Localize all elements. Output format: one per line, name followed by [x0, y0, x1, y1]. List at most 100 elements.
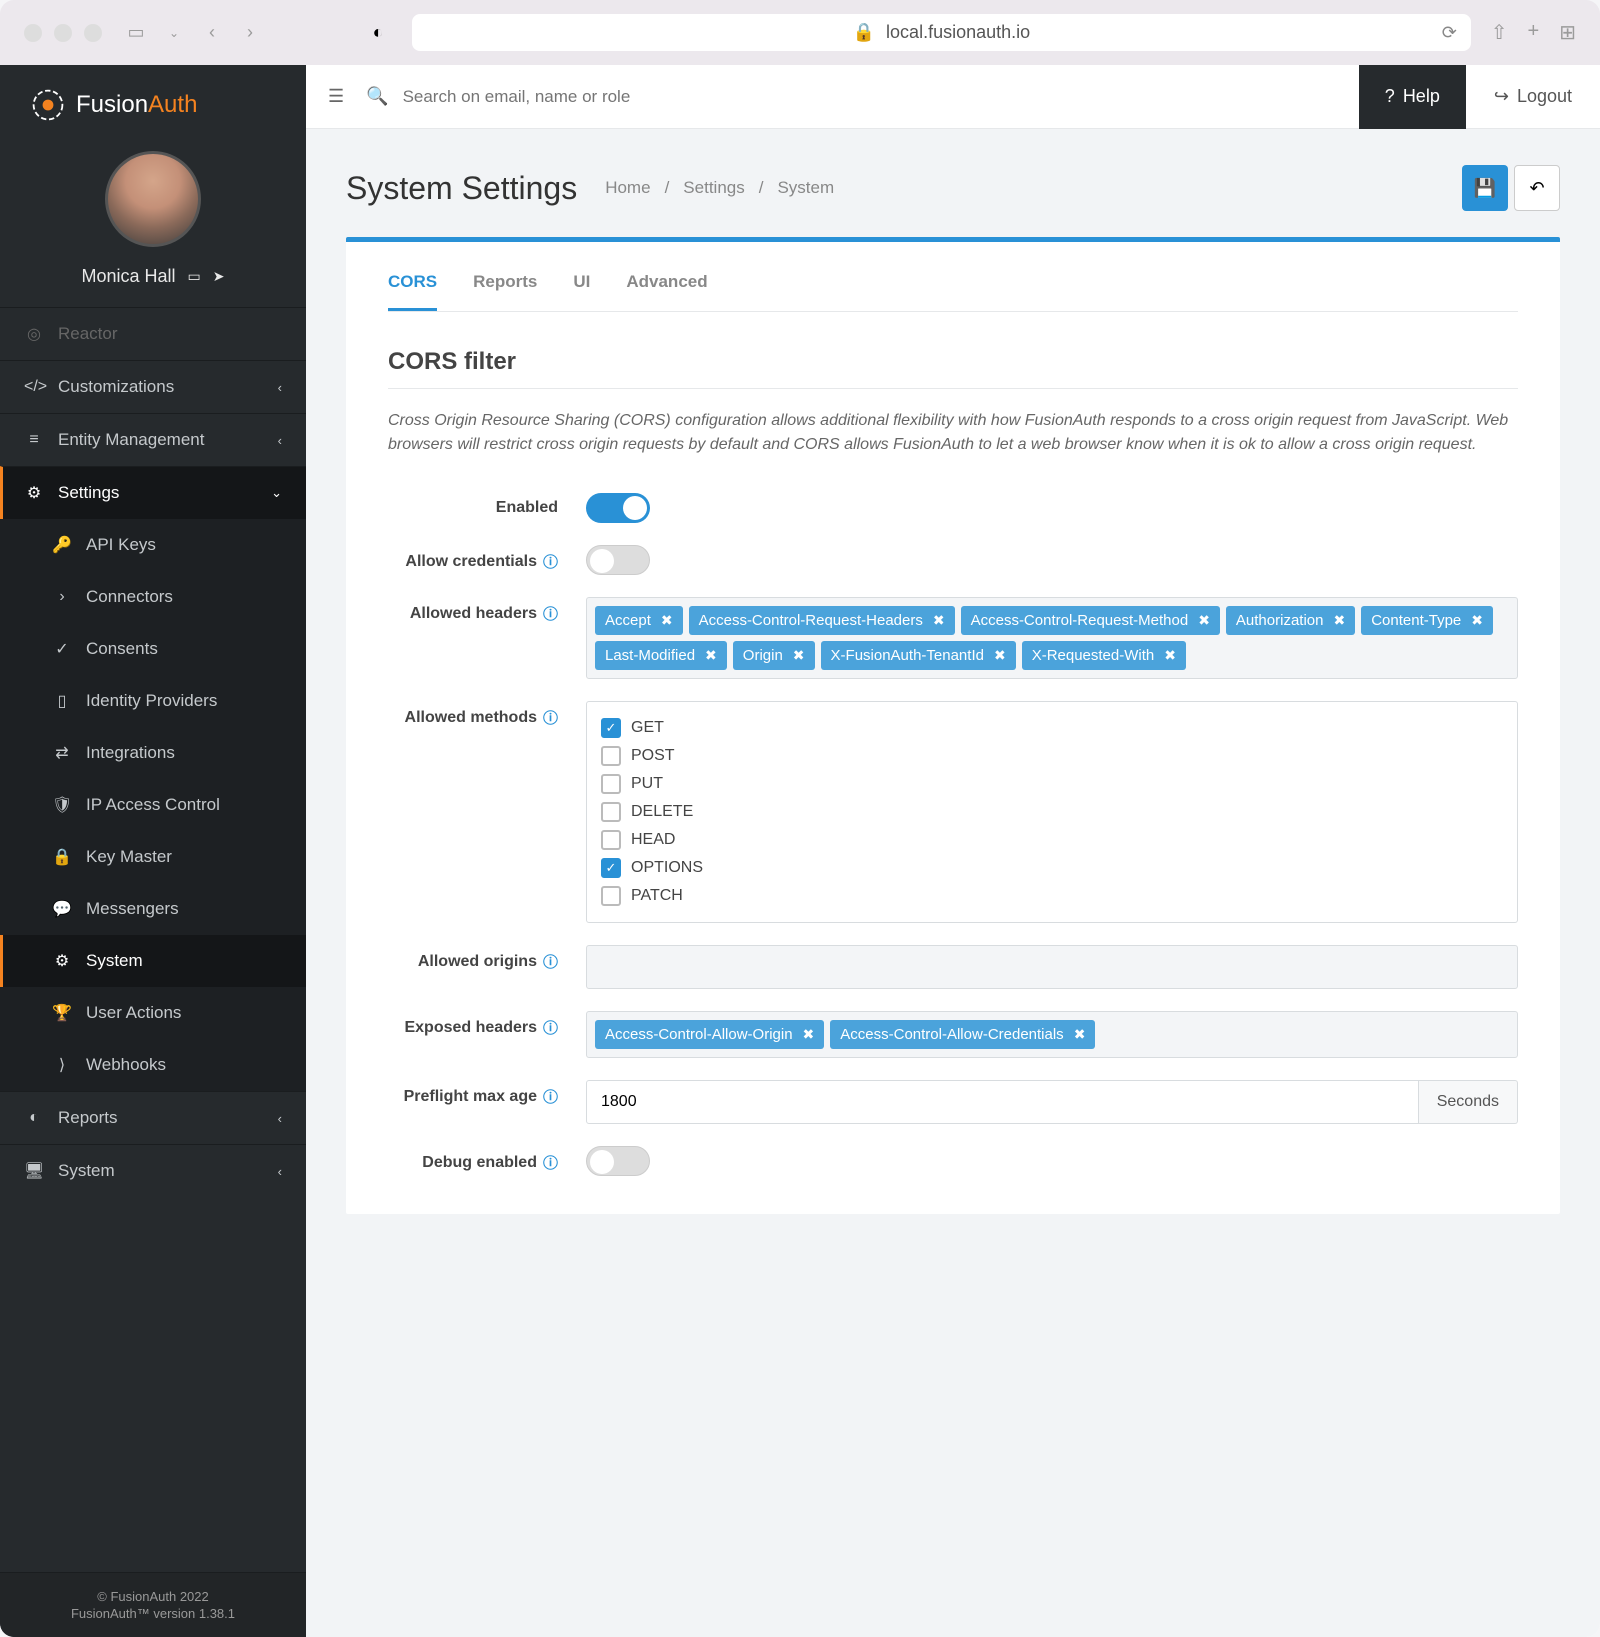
- info-icon[interactable]: ⓘ: [543, 1017, 558, 1038]
- help-button[interactable]: ?Help: [1359, 65, 1466, 129]
- checkbox[interactable]: [601, 802, 621, 822]
- search-icon[interactable]: 🔍: [366, 86, 388, 107]
- profile-icon[interactable]: ▭: [188, 268, 201, 285]
- address-bar[interactable]: 🔒 local.fusionauth.io ⟳: [412, 14, 1471, 51]
- info-icon[interactable]: ⓘ: [543, 603, 558, 624]
- crumb-settings[interactable]: Settings: [683, 178, 744, 198]
- label-debug: Debug enabled: [422, 1154, 537, 1172]
- shield-icon[interactable]: ◐: [364, 19, 392, 47]
- rss-icon: ⟩: [52, 1055, 72, 1075]
- section-title: CORS filter: [388, 348, 1518, 389]
- remove-tag-icon[interactable]: ✖: [1164, 647, 1176, 664]
- remove-tag-icon[interactable]: ✖: [1471, 612, 1483, 629]
- label-exposed-headers: Exposed headers: [404, 1019, 537, 1037]
- exposed-headers-input[interactable]: Access-Control-Allow-Origin✖Access-Contr…: [586, 1011, 1518, 1058]
- remove-tag-icon[interactable]: ✖: [793, 647, 805, 664]
- info-icon[interactable]: ⓘ: [543, 551, 558, 572]
- sidebar-item-messengers[interactable]: 💬Messengers: [0, 883, 306, 935]
- dropdown-icon[interactable]: ⌄: [160, 19, 188, 47]
- label-allowed-methods: Allowed methods: [405, 709, 537, 727]
- chat-icon: 💬: [52, 899, 72, 919]
- cancel-button[interactable]: ↶: [1514, 165, 1560, 211]
- tab-reports[interactable]: Reports: [473, 272, 537, 311]
- sidebar-item-identity-providers[interactable]: ▯Identity Providers: [0, 675, 306, 727]
- checkbox[interactable]: [601, 886, 621, 906]
- sidebar-item-system[interactable]: ⚙System: [0, 935, 306, 987]
- remove-tag-icon[interactable]: ✖: [1198, 612, 1210, 629]
- info-icon[interactable]: ⓘ: [543, 1086, 558, 1107]
- remove-tag-icon[interactable]: ✖: [1074, 1026, 1086, 1043]
- sidebar-item-user-actions[interactable]: 🏆User Actions: [0, 987, 306, 1039]
- remove-tag-icon[interactable]: ✖: [1333, 612, 1345, 629]
- allowed-origins-input[interactable]: [586, 945, 1518, 989]
- browser-chrome: ▭ ⌄ ‹ › ◐ 🔒 local.fusionauth.io ⟳ ⇧ + ⊞: [0, 0, 1600, 65]
- tab-advanced[interactable]: Advanced: [626, 272, 707, 311]
- minimize-window[interactable]: [54, 24, 72, 42]
- monitor-icon: 🖥: [24, 1161, 44, 1181]
- remove-tag-icon[interactable]: ✖: [705, 647, 717, 664]
- checkbox[interactable]: [601, 774, 621, 794]
- info-icon[interactable]: ⓘ: [543, 1152, 558, 1173]
- crumb-home[interactable]: Home: [605, 178, 650, 198]
- sidebar-item-api-keys[interactable]: 🔑API Keys: [0, 519, 306, 571]
- checkbox[interactable]: [601, 830, 621, 850]
- toggle-enabled[interactable]: [586, 493, 650, 523]
- sidebar-item-reactor[interactable]: ◎Reactor: [0, 307, 306, 360]
- sidebar-item-system2[interactable]: 🖥System‹: [0, 1144, 306, 1197]
- sidebar-item-entity-mgmt[interactable]: ≡Entity Management‹: [0, 413, 306, 466]
- close-window[interactable]: [24, 24, 42, 42]
- chevron-left-icon: ‹: [278, 433, 282, 448]
- sidebar-toggle-icon[interactable]: ▭: [122, 19, 150, 47]
- checkbox[interactable]: [601, 746, 621, 766]
- toggle-debug[interactable]: [586, 1146, 650, 1176]
- sidebar-item-connectors[interactable]: ›Connectors: [0, 571, 306, 623]
- save-button[interactable]: 💾: [1462, 165, 1508, 211]
- method-label: DELETE: [631, 803, 693, 821]
- logo[interactable]: FusionAuth: [0, 65, 306, 141]
- lock-icon: 🔒: [52, 847, 72, 867]
- location-icon[interactable]: ➤: [213, 268, 225, 285]
- checkbox[interactable]: ✓: [601, 858, 621, 878]
- tag-label: X-FusionAuth-TenantId: [831, 647, 984, 664]
- share-icon[interactable]: ⇧: [1491, 20, 1508, 45]
- info-icon[interactable]: ⓘ: [543, 951, 558, 972]
- preflight-input[interactable]: [586, 1080, 1419, 1124]
- new-tab-icon[interactable]: +: [1528, 20, 1540, 45]
- menu-icon[interactable]: ☰: [328, 86, 344, 107]
- sidebar-item-consents[interactable]: ✓Consents: [0, 623, 306, 675]
- nav: ◎Reactor </>Customizations‹ ≡Entity Mana…: [0, 307, 306, 1572]
- remove-tag-icon[interactable]: ✖: [803, 1026, 815, 1043]
- tag: Content-Type✖: [1361, 606, 1493, 635]
- forward-icon[interactable]: ›: [236, 19, 264, 47]
- allowed-headers-input[interactable]: Accept✖Access-Control-Request-Headers✖Ac…: [586, 597, 1518, 679]
- toggle-allow-credentials[interactable]: [586, 545, 650, 575]
- checkbox[interactable]: ✓: [601, 718, 621, 738]
- sidebar-item-customizations[interactable]: </>Customizations‹: [0, 360, 306, 413]
- back-icon[interactable]: ‹: [198, 19, 226, 47]
- avatar[interactable]: [105, 151, 201, 247]
- search-input[interactable]: [403, 87, 1359, 107]
- sidebar-item-integrations[interactable]: ⇄Integrations: [0, 727, 306, 779]
- tag: Access-Control-Allow-Origin✖: [595, 1020, 824, 1049]
- info-icon[interactable]: ⓘ: [543, 707, 558, 728]
- tab-cors[interactable]: CORS: [388, 272, 437, 311]
- sidebar-item-key-master[interactable]: 🔒Key Master: [0, 831, 306, 883]
- tab-ui[interactable]: UI: [573, 272, 590, 311]
- tag-label: Origin: [743, 647, 783, 664]
- sliders-icon: ⚙: [24, 483, 44, 503]
- chevron-right-icon: ›: [52, 588, 72, 606]
- sidebar-item-ip-access[interactable]: 🛡IP Access Control: [0, 779, 306, 831]
- remove-tag-icon[interactable]: ✖: [994, 647, 1006, 664]
- label-enabled: Enabled: [496, 499, 558, 517]
- reload-icon[interactable]: ⟳: [1442, 22, 1457, 43]
- chevron-down-icon: ⌄: [271, 485, 282, 501]
- tabs-icon[interactable]: ⊞: [1559, 20, 1576, 45]
- sidebar-item-webhooks[interactable]: ⟩Webhooks: [0, 1039, 306, 1091]
- remove-tag-icon[interactable]: ✖: [933, 612, 945, 629]
- remove-tag-icon[interactable]: ✖: [661, 612, 673, 629]
- maximize-window[interactable]: [84, 24, 102, 42]
- sidebar-item-reports[interactable]: ◐Reports‹: [0, 1091, 306, 1144]
- logout-button[interactable]: ↪Logout: [1466, 86, 1600, 107]
- sidebar-item-settings[interactable]: ⚙Settings⌄: [0, 466, 306, 519]
- tag: Access-Control-Request-Method✖: [961, 606, 1220, 635]
